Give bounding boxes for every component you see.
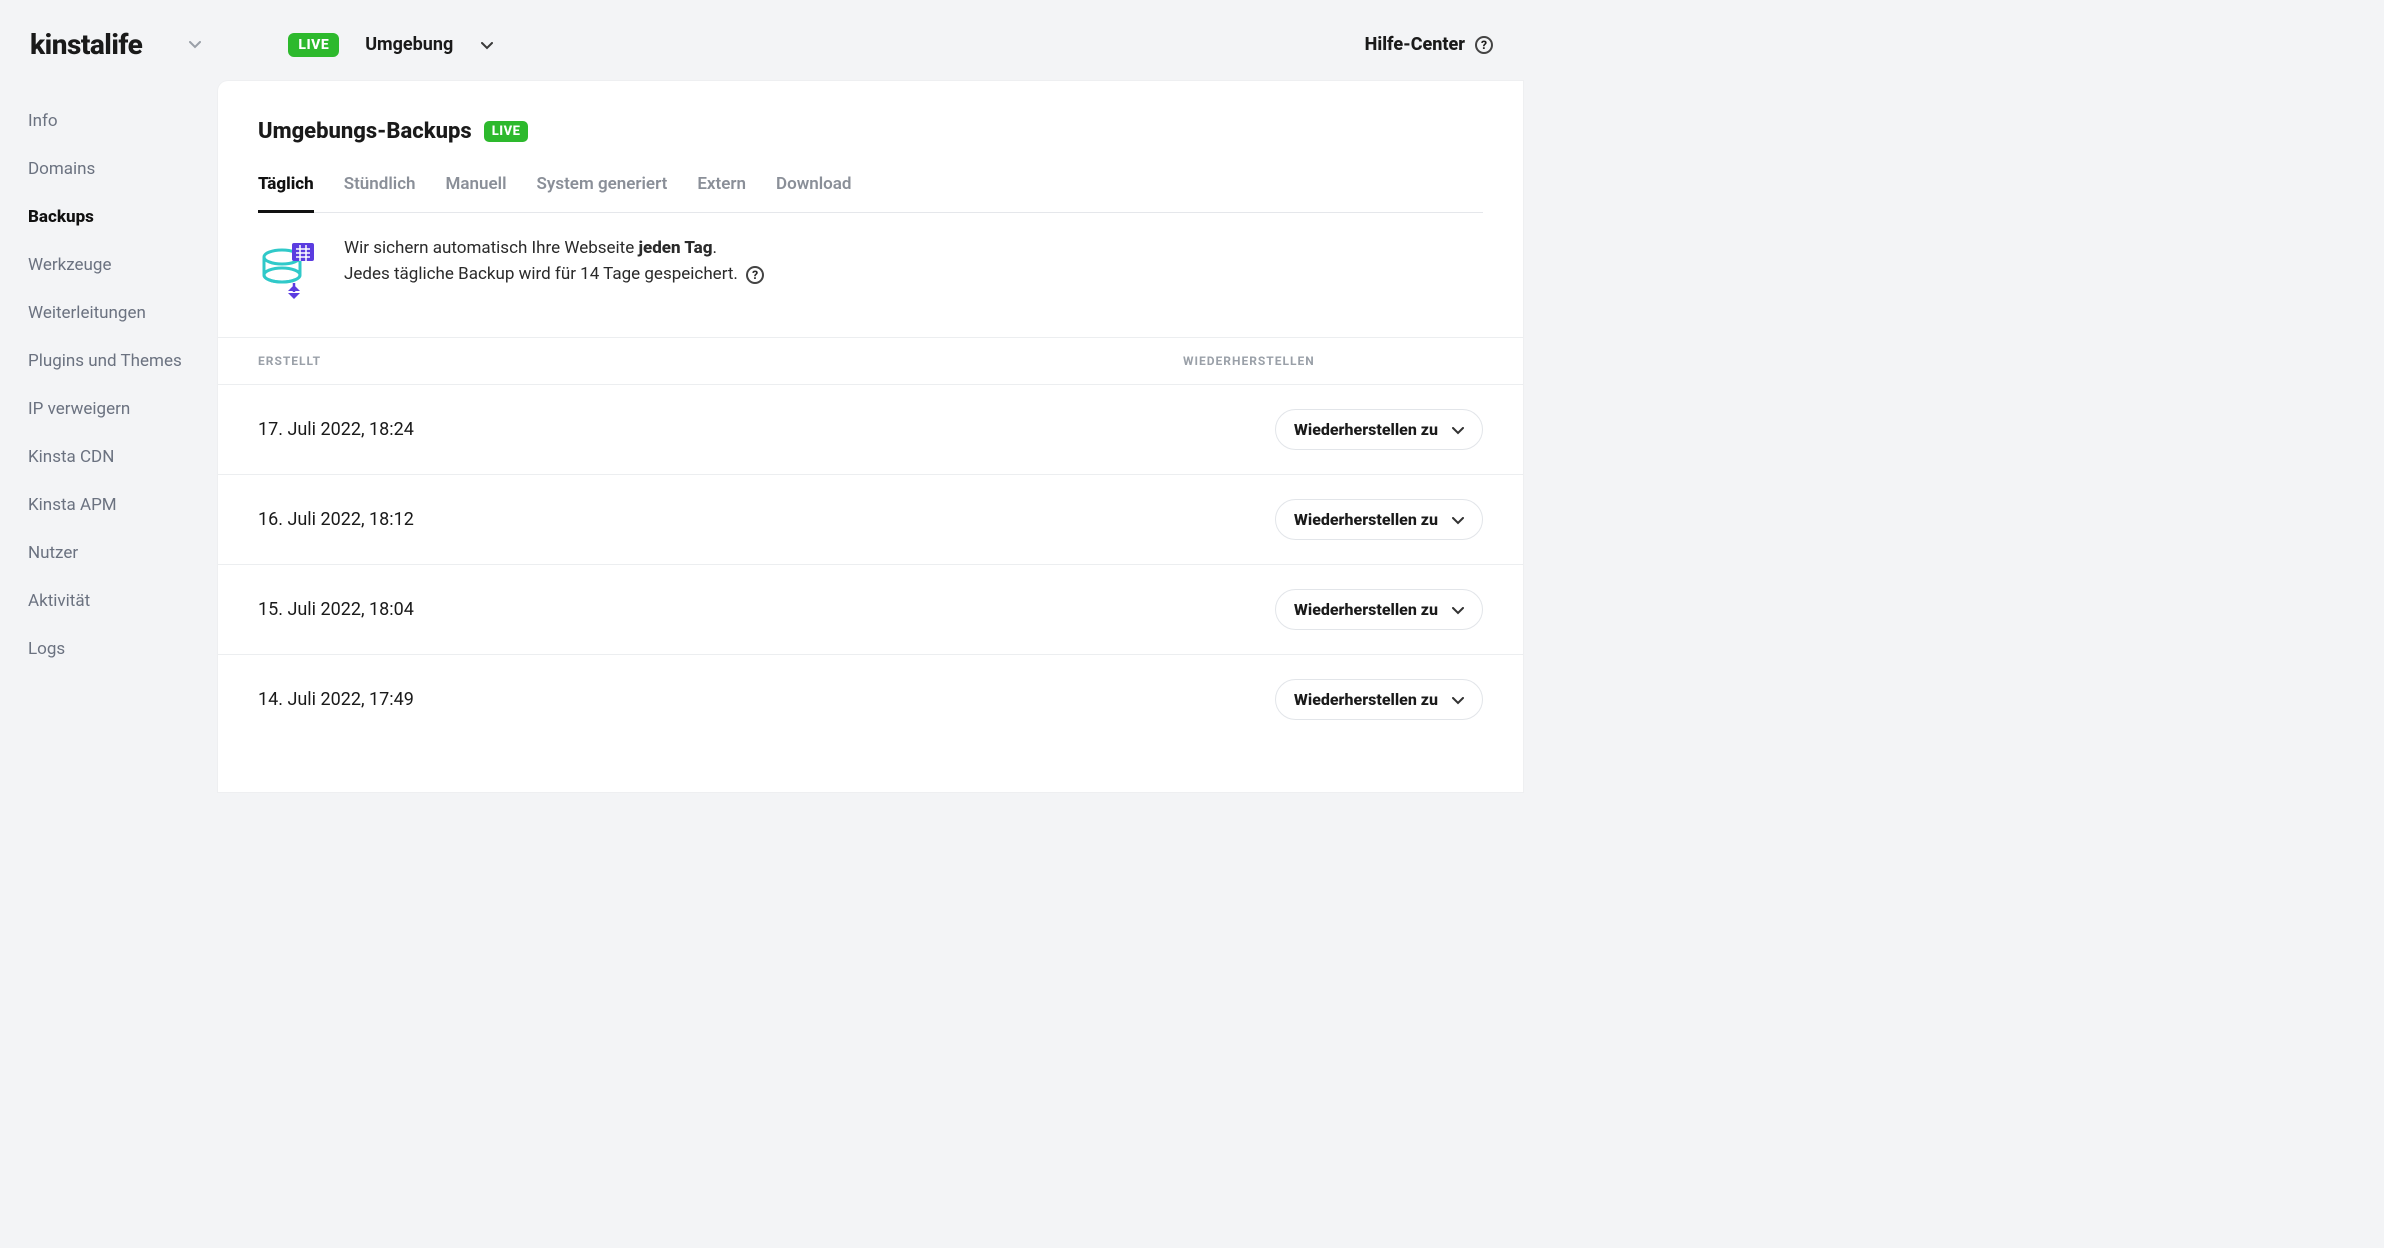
- site-dropdown-toggle[interactable]: [180, 30, 210, 60]
- tab-manual[interactable]: Manuell: [446, 174, 507, 212]
- question-mark-icon: ?: [1475, 36, 1493, 54]
- tab-download[interactable]: Download: [776, 174, 851, 212]
- info-text: Wir sichern automatisch Ihre Webseite je…: [344, 235, 764, 288]
- table-row: 14. Juli 2022, 17:49 Wiederherstellen zu: [218, 655, 1523, 744]
- env-dropdown-toggle[interactable]: [481, 35, 493, 54]
- sidebar-item-info[interactable]: Info: [28, 97, 218, 145]
- backup-created-date: 15. Juli 2022, 18:04: [258, 599, 1275, 620]
- page-title: Umgebungs-Backups: [258, 119, 472, 144]
- restore-button[interactable]: Wiederherstellen zu: [1275, 409, 1483, 450]
- sidebar-item-logs[interactable]: Logs: [28, 625, 218, 673]
- chevron-down-icon: [1452, 420, 1464, 439]
- sidebar-item-domains[interactable]: Domains: [28, 145, 218, 193]
- tab-external[interactable]: Extern: [697, 174, 746, 212]
- restore-button[interactable]: Wiederherstellen zu: [1275, 679, 1483, 720]
- sidebar: Info Domains Backups Werkzeuge Weiterlei…: [0, 81, 218, 792]
- tab-daily[interactable]: Täglich: [258, 174, 314, 213]
- sidebar-item-activity[interactable]: Aktivität: [28, 577, 218, 625]
- restore-button-label: Wiederherstellen zu: [1294, 510, 1438, 529]
- sidebar-item-users[interactable]: Nutzer: [28, 529, 218, 577]
- backup-created-date: 16. Juli 2022, 18:12: [258, 509, 1275, 530]
- info-line1-bold: jeden Tag: [638, 238, 712, 258]
- sidebar-item-redirects[interactable]: Weiterleitungen: [28, 289, 218, 337]
- info-line1-suffix: .: [712, 238, 716, 258]
- table-header: ERSTELLT WIEDERHERSTELLEN: [218, 337, 1523, 385]
- live-badge: LIVE: [484, 121, 529, 142]
- restore-button-label: Wiederherstellen zu: [1294, 690, 1438, 709]
- info-line2: Jedes tägliche Backup wird für 14 Tage g…: [344, 264, 738, 284]
- backup-created-date: 14. Juli 2022, 17:49: [258, 689, 1275, 710]
- info-line1-prefix: Wir sichern automatisch Ihre Webseite: [344, 238, 638, 258]
- content-panel: Umgebungs-Backups LIVE Täglich Stündlich…: [218, 81, 1523, 792]
- restore-button[interactable]: Wiederherstellen zu: [1275, 499, 1483, 540]
- restore-button[interactable]: Wiederherstellen zu: [1275, 589, 1483, 630]
- restore-button-label: Wiederherstellen zu: [1294, 600, 1438, 619]
- brand-logo: kinstalife: [30, 28, 142, 61]
- topbar: kinstalife LIVE Umgebung Hilfe-Center ?: [0, 0, 1523, 81]
- chevron-down-icon: [1452, 690, 1464, 709]
- sidebar-item-apm[interactable]: Kinsta APM: [28, 481, 218, 529]
- column-header-created: ERSTELLT: [258, 354, 1183, 368]
- sidebar-item-ip-deny[interactable]: IP verweigern: [28, 385, 218, 433]
- help-center-link[interactable]: Hilfe-Center ?: [1365, 34, 1493, 55]
- table-row: 17. Juli 2022, 18:24 Wiederherstellen zu: [218, 385, 1523, 475]
- chevron-down-icon: [189, 41, 201, 49]
- sidebar-item-tools[interactable]: Werkzeuge: [28, 241, 218, 289]
- env-label: Umgebung: [365, 34, 453, 55]
- backup-database-icon: [258, 235, 322, 303]
- tab-system[interactable]: System generiert: [537, 174, 668, 212]
- sidebar-item-backups[interactable]: Backups: [28, 193, 218, 241]
- sidebar-item-plugins-themes[interactable]: Plugins und Themes: [28, 337, 218, 385]
- table-row: 15. Juli 2022, 18:04 Wiederherstellen zu: [218, 565, 1523, 655]
- table-row: 16. Juli 2022, 18:12 Wiederherstellen zu: [218, 475, 1523, 565]
- help-center-label: Hilfe-Center: [1365, 34, 1465, 55]
- tab-hourly[interactable]: Stündlich: [344, 174, 416, 212]
- tabs: Täglich Stündlich Manuell System generie…: [258, 174, 1483, 213]
- sidebar-item-cdn[interactable]: Kinsta CDN: [28, 433, 218, 481]
- backup-created-date: 17. Juli 2022, 18:24: [258, 419, 1275, 440]
- chevron-down-icon: [1452, 600, 1464, 619]
- env-live-pill: LIVE: [288, 33, 339, 57]
- chevron-down-icon: [481, 42, 493, 50]
- info-help-icon[interactable]: ?: [746, 266, 764, 284]
- chevron-down-icon: [1452, 510, 1464, 529]
- restore-button-label: Wiederherstellen zu: [1294, 420, 1438, 439]
- column-header-restore: WIEDERHERSTELLEN: [1183, 354, 1483, 368]
